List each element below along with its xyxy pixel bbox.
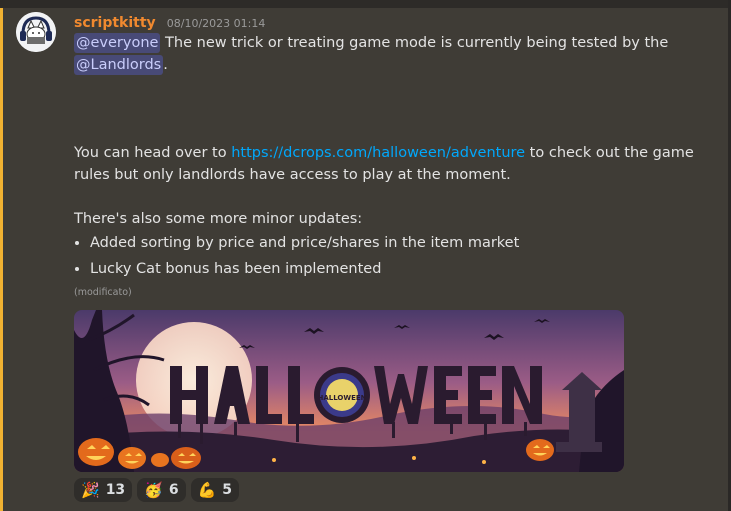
- halloween-banner-image[interactable]: HALLOWEEN: [74, 310, 624, 472]
- halloween-banner-art: HALLOWEEN: [74, 310, 624, 472]
- message-line: @everyone The new trick or treating game…: [74, 32, 704, 54]
- reaction-count: 5: [222, 482, 233, 498]
- cat-headphones-icon: [16, 12, 56, 52]
- update-list: Added sorting by price and price/shares …: [74, 230, 704, 282]
- avatar[interactable]: [16, 12, 56, 52]
- message-line: rules but only landlords have access to …: [74, 167, 511, 183]
- mention-highlight-bar: [0, 8, 3, 511]
- list-item: Added sorting by price and price/shares …: [90, 230, 704, 256]
- party-popper-icon: 🎉: [81, 480, 100, 499]
- message-header: scriptkitty 08/10/2023 01:14: [74, 12, 265, 31]
- partying-face-icon: 🥳: [144, 480, 163, 499]
- message-text: You can head over to: [74, 145, 232, 161]
- reaction-count: 6: [168, 482, 179, 498]
- message-text: .: [163, 57, 168, 73]
- flexed-biceps-icon: 💪: [197, 480, 217, 499]
- reaction-count: 13: [105, 482, 126, 498]
- reactions-bar: 🎉 13 🥳 6 💪 5: [74, 478, 240, 502]
- reaction-partying-face[interactable]: 🥳 6: [137, 478, 186, 502]
- message-line: There's also some more minor updates:: [74, 211, 363, 227]
- message-line: @Landlords.: [74, 54, 704, 76]
- mention-landlords[interactable]: @Landlords: [74, 55, 164, 75]
- reaction-flexed-biceps[interactable]: 💪 5: [190, 478, 240, 502]
- message-text: to check out the game: [525, 145, 694, 161]
- username[interactable]: scriptkitty: [74, 15, 156, 31]
- list-item: Lucky Cat bonus has been implemented: [90, 256, 704, 282]
- message-line: You can head over to https://dcrops.com/…: [74, 142, 704, 164]
- banner-title: HALLOWEEN: [317, 394, 366, 402]
- message-text: The new trick or treating game mode is c…: [160, 35, 669, 51]
- top-bar: [0, 0, 731, 8]
- adventure-link[interactable]: https://dcrops.com/halloween/adventure: [231, 145, 525, 161]
- reaction-party-popper[interactable]: 🎉 13: [74, 478, 133, 502]
- mention-everyone[interactable]: @everyone: [74, 33, 161, 53]
- message-content: @everyone The new trick or treating game…: [74, 32, 704, 304]
- edited-label: (modificato): [74, 287, 132, 298]
- timestamp[interactable]: 08/10/2023 01:14: [167, 17, 266, 30]
